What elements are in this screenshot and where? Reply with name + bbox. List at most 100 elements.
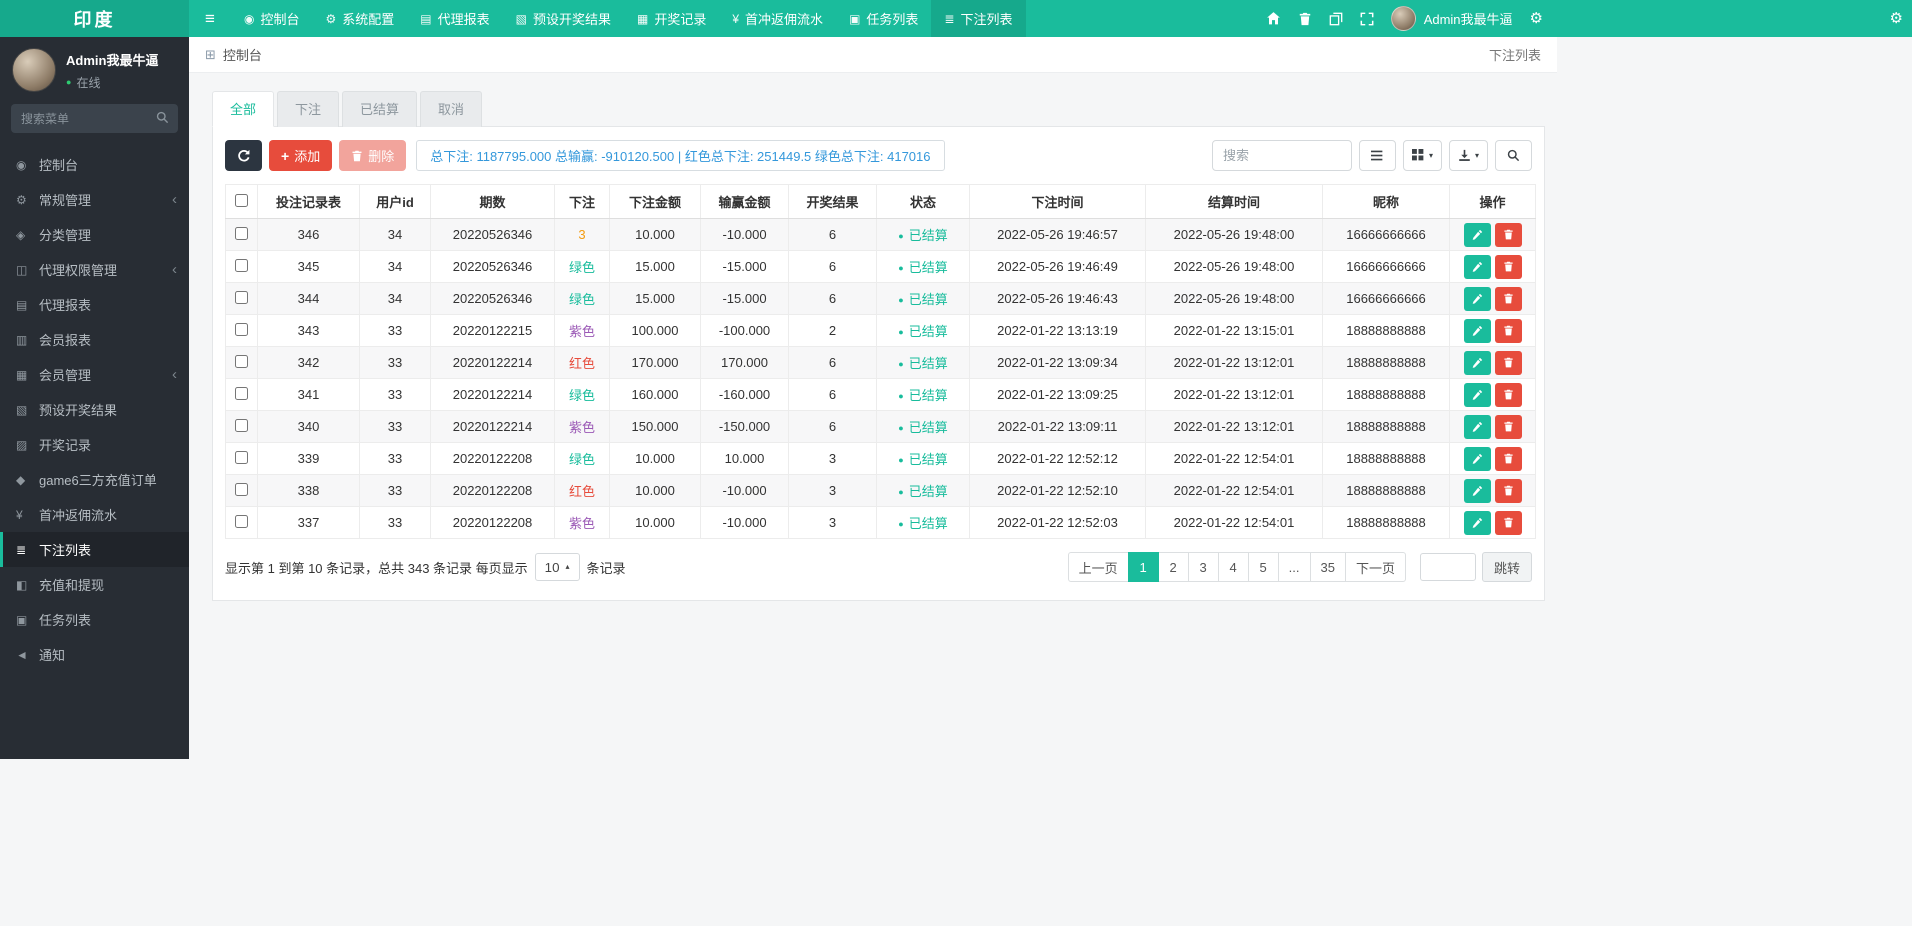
tab-cancelled[interactable]: 取消 bbox=[420, 91, 483, 127]
sidebar-item-preset-results[interactable]: ▧ 预设开奖结果 bbox=[0, 392, 189, 427]
cell-status: ● 已结算 bbox=[876, 314, 970, 347]
table-footer: 显示第 1 到第 10 条记录，总共 343 条记录 每页显示 10 ▴ 条记录 … bbox=[225, 552, 1532, 582]
home-icon[interactable] bbox=[1266, 11, 1281, 26]
edit-button[interactable] bbox=[1463, 286, 1491, 311]
edit-button[interactable] bbox=[1463, 510, 1491, 535]
cell-result: 3 bbox=[788, 442, 877, 475]
brand-logo[interactable]: 印度 bbox=[0, 0, 189, 37]
edit-button[interactable] bbox=[1463, 446, 1491, 471]
delete-button[interactable] bbox=[1494, 350, 1522, 375]
cell-bet: 紫色 bbox=[554, 410, 610, 443]
select-all-checkbox[interactable] bbox=[235, 193, 248, 207]
trash-icon[interactable] bbox=[1298, 12, 1312, 26]
table-row: 339 33 20220122208 绿色 10.000 10.000 3 ● 已… bbox=[225, 442, 1536, 475]
export-button[interactable]: ▾ bbox=[1448, 140, 1488, 171]
jump-button[interactable]: 跳转 bbox=[1481, 552, 1532, 582]
gear-icon[interactable]: ⚙ bbox=[1530, 11, 1543, 26]
pagination-page-2[interactable]: 2 bbox=[1157, 552, 1189, 582]
sidebar-item-agent-report[interactable]: ▤ 代理报表 bbox=[0, 287, 189, 322]
sidebar-item-general-management[interactable]: ⚙ 常规管理 ‹ bbox=[0, 182, 189, 217]
sidebar-item-draw-records[interactable]: ▨ 开奖记录 bbox=[0, 427, 189, 462]
delete-button[interactable] bbox=[1494, 222, 1522, 247]
sidebar-item-bet-list[interactable]: ≣ 下注列表 bbox=[0, 532, 189, 567]
page-size-select[interactable]: 10 ▴ bbox=[534, 553, 580, 581]
sidebar-item-category-management[interactable]: ◈ 分类管理 bbox=[0, 217, 189, 252]
topnav-item-dashboard[interactable]: ◉ 控制台 bbox=[231, 0, 313, 37]
topnav-item-first-recharge-rebate[interactable]: ¥ 首冲返佣流水 bbox=[719, 0, 836, 37]
pencil-icon bbox=[1472, 517, 1482, 528]
row-checkbox[interactable] bbox=[235, 482, 248, 496]
topnav-item-system-config[interactable]: ⚙ 系统配置 bbox=[313, 0, 408, 37]
top-navbar: 印度 ≡ ◉ 控制台 ⚙ 系统配置 ▤ 代理报表 ▧ 预设开奖结果 ▦ 开奖记录 ¥ 首冲返… bbox=[0, 0, 1912, 37]
row-checkbox[interactable] bbox=[235, 258, 248, 272]
pagination-page-3[interactable]: 3 bbox=[1187, 552, 1219, 582]
pagination-page-4[interactable]: 4 bbox=[1217, 552, 1249, 582]
add-button[interactable]: + 添加 bbox=[269, 140, 333, 171]
sidebar-item-notification[interactable]: ◄ 通知 bbox=[0, 637, 189, 672]
delete-button[interactable] bbox=[1494, 478, 1522, 503]
topnav-item-agent-report[interactable]: ▤ 代理报表 bbox=[407, 0, 502, 37]
topnav-item-draw-records[interactable]: ▦ 开奖记录 bbox=[624, 0, 719, 37]
sidebar-item-agent-permissions[interactable]: ◫ 代理权限管理 ‹ bbox=[0, 252, 189, 287]
edit-button[interactable] bbox=[1463, 414, 1491, 439]
fullscreen-icon[interactable] bbox=[1360, 12, 1374, 26]
menu-search-input[interactable] bbox=[11, 104, 178, 133]
cell-bet: 红色 bbox=[554, 474, 610, 507]
row-checkbox[interactable] bbox=[235, 354, 248, 368]
user-menu[interactable]: Admin我最牛逼 bbox=[1390, 6, 1513, 31]
topnav-item-bet-list[interactable]: ≣ 下注列表 bbox=[931, 0, 1026, 37]
delete-button[interactable] bbox=[1494, 414, 1522, 439]
bulk-delete-button[interactable]: 删除 bbox=[339, 140, 407, 171]
row-checkbox[interactable] bbox=[235, 322, 248, 336]
pagination-prev[interactable]: 上一页 bbox=[1067, 552, 1129, 582]
delete-button[interactable] bbox=[1494, 286, 1522, 311]
topnav-item-preset-results[interactable]: ▧ 预设开奖结果 bbox=[503, 0, 624, 37]
sidebar-item-dashboard[interactable]: ◉ 控制台 bbox=[0, 147, 189, 182]
sidebar-item-member-report[interactable]: ▥ 会员报表 bbox=[0, 322, 189, 357]
sidebar-item-game6-recharge-orders[interactable]: ◆ game6三方充值订单 bbox=[0, 462, 189, 497]
pagination-page-5[interactable]: 5 bbox=[1247, 552, 1279, 582]
row-checkbox[interactable] bbox=[235, 290, 248, 304]
row-checkbox[interactable] bbox=[235, 514, 248, 528]
edit-button[interactable] bbox=[1463, 222, 1491, 247]
tab-settled[interactable]: 已结算 bbox=[342, 91, 418, 127]
jump-page-input[interactable] bbox=[1419, 553, 1476, 581]
copy-icon[interactable] bbox=[1329, 12, 1343, 26]
delete-button[interactable] bbox=[1494, 446, 1522, 471]
edit-button[interactable] bbox=[1463, 382, 1491, 407]
row-checkbox[interactable] bbox=[235, 386, 248, 400]
pagination-page-1[interactable]: 1 bbox=[1127, 552, 1159, 582]
corner-gear-icon[interactable]: ⚙ bbox=[1890, 0, 1903, 37]
delete-button[interactable] bbox=[1494, 382, 1522, 407]
edit-button[interactable] bbox=[1463, 478, 1491, 503]
row-checkbox[interactable] bbox=[235, 226, 248, 240]
tab-betting[interactable]: 下注 bbox=[277, 91, 340, 127]
sidebar-toggle-button[interactable]: ≡ bbox=[189, 0, 231, 37]
chevron-left-icon: ‹ bbox=[172, 366, 177, 383]
sidebar-item-first-recharge-rebate[interactable]: ¥ 首冲返佣流水 bbox=[0, 497, 189, 532]
search-icon[interactable] bbox=[156, 111, 169, 124]
tab-all[interactable]: 全部 bbox=[212, 91, 275, 127]
edit-button[interactable] bbox=[1463, 350, 1491, 375]
sidebar-item-recharge-withdraw[interactable]: ◧ 充值和提现 bbox=[0, 567, 189, 602]
sidebar-item-member-management[interactable]: ▦ 会员管理 ‹ bbox=[0, 357, 189, 392]
pagination-ellipsis[interactable]: ... bbox=[1277, 552, 1311, 582]
pagination-toggle-button[interactable] bbox=[1358, 140, 1396, 171]
delete-button[interactable] bbox=[1494, 318, 1522, 343]
pagination-next[interactable]: 下一页 bbox=[1344, 552, 1406, 582]
pagination-page-35[interactable]: 35 bbox=[1309, 552, 1346, 582]
delete-button[interactable] bbox=[1494, 254, 1522, 279]
row-checkbox[interactable] bbox=[235, 450, 248, 464]
sidebar-item-task-list[interactable]: ▣ 任务列表 bbox=[0, 602, 189, 637]
search-toggle-button[interactable] bbox=[1495, 140, 1532, 171]
topnav-item-task-list[interactable]: ▣ 任务列表 bbox=[836, 0, 931, 37]
card-view-button[interactable]: ▾ bbox=[1402, 140, 1442, 171]
col-bet-amount: 下注金额 bbox=[609, 184, 701, 219]
edit-button[interactable] bbox=[1463, 254, 1491, 279]
row-checkbox[interactable] bbox=[235, 418, 248, 432]
table-search-input[interactable] bbox=[1211, 140, 1352, 171]
delete-button[interactable] bbox=[1494, 510, 1522, 535]
refresh-button[interactable] bbox=[225, 140, 262, 171]
breadcrumb-section[interactable]: 控制台 bbox=[223, 45, 262, 64]
edit-button[interactable] bbox=[1463, 318, 1491, 343]
